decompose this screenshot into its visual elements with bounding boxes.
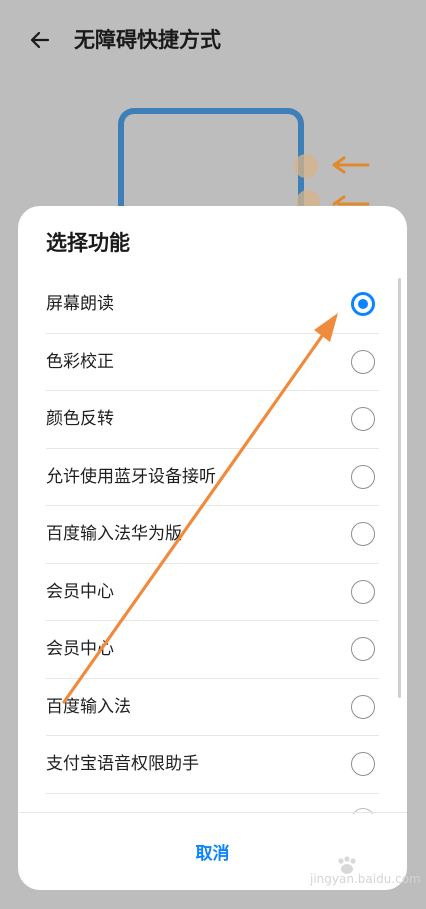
radio-unselected-icon[interactable] — [351, 752, 375, 776]
button-highlight-dot — [294, 154, 318, 178]
option-row-baidu-ime[interactable]: 百度输入法 — [46, 679, 379, 736]
option-label: 百度输入法华为版 — [46, 524, 182, 544]
option-label: 屏幕朗读 — [46, 294, 114, 314]
option-row-bluetooth-answer[interactable]: 允许使用蓝牙设备接听 — [46, 449, 379, 506]
page-title: 无障碍快捷方式 — [74, 28, 221, 52]
option-row-color-inversion[interactable]: 颜色反转 — [46, 391, 379, 449]
option-label: 颜色反转 — [46, 409, 114, 429]
option-label: 会员中心 — [46, 639, 114, 659]
app-header: 无障碍快捷方式 — [0, 0, 426, 84]
option-row-member-center-2[interactable]: 会员中心 — [46, 621, 379, 679]
option-label: 色彩校正 — [46, 351, 114, 372]
radio-unselected-icon[interactable] — [351, 694, 375, 719]
radio-unselected-icon[interactable] — [351, 464, 375, 489]
radio-unselected-icon[interactable] — [351, 637, 375, 661]
option-label: 会员中心 — [46, 581, 114, 602]
dialog-title: 选择功能 — [46, 231, 130, 255]
select-function-dialog: 选择功能 屏幕朗读 色彩校正 颜色反转 允许使用蓝牙设备接听 百度输入法华为版 … — [18, 206, 407, 890]
option-label: 支付宝语音权限助手 — [46, 754, 199, 774]
option-label: 允许使用蓝牙设备接听 — [46, 466, 216, 487]
option-row-partial[interactable] — [46, 794, 379, 814]
function-option-list: 屏幕朗读 色彩校正 颜色反转 允许使用蓝牙设备接听 百度输入法华为版 会员中心 … — [18, 276, 407, 794]
watermark-logo: jingyan.baidu.com — [286, 856, 421, 890]
radio-unselected-icon[interactable] — [351, 579, 375, 604]
option-row-baidu-ime-huawei[interactable]: 百度输入法华为版 — [46, 506, 379, 564]
option-row-member-center[interactable]: 会员中心 — [46, 564, 379, 621]
scrollbar[interactable] — [398, 278, 401, 698]
watermark-text: jingyan.baidu.com — [310, 872, 421, 886]
illustration-arrow-icon — [332, 156, 370, 174]
option-row-screen-reader[interactable]: 屏幕朗读 — [46, 276, 379, 334]
radio-unselected-icon[interactable] — [351, 349, 375, 374]
option-label: 百度输入法 — [46, 696, 131, 717]
radio-unselected-icon[interactable] — [351, 522, 375, 546]
radio-unselected-icon[interactable] — [351, 407, 375, 431]
option-row-alipay-voice[interactable]: 支付宝语音权限助手 — [46, 736, 379, 794]
arrow-left-icon — [30, 31, 50, 49]
radio-selected-icon[interactable] — [351, 292, 375, 316]
back-button[interactable] — [22, 22, 58, 58]
option-row-color-correction[interactable]: 色彩校正 — [46, 334, 379, 391]
